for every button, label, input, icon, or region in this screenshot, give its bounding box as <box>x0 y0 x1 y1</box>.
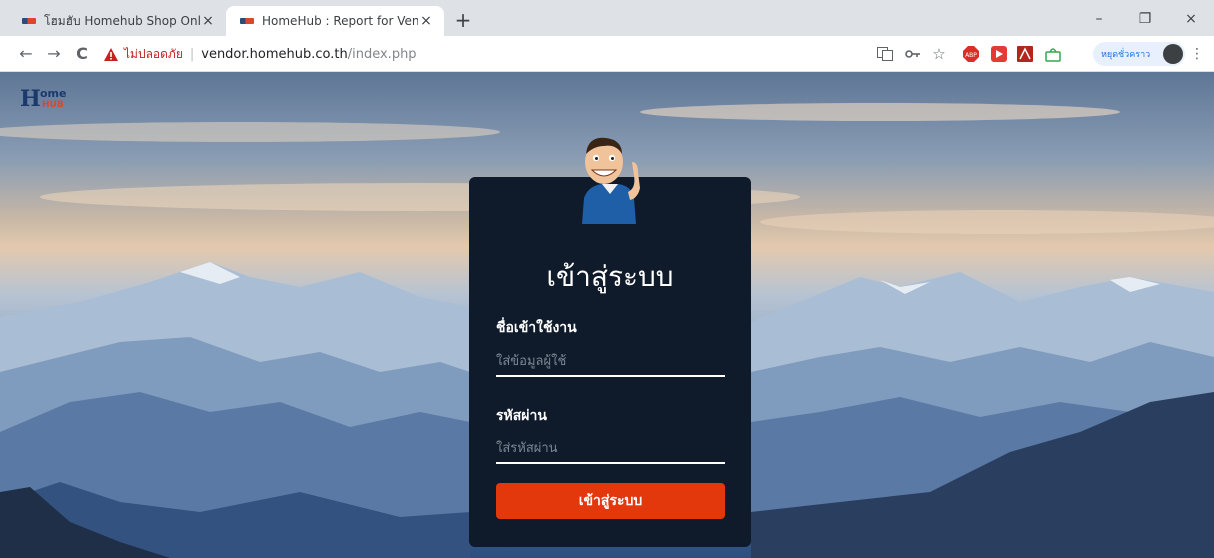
username-label: ชื่อเข้าใช้งาน <box>496 320 577 336</box>
url-host: vendor.homehub.co.th <box>201 46 348 62</box>
profile-label: หยุดชั่วคราว <box>1101 50 1151 60</box>
tab-strip: โฮมฮับ Homehub Shop Online × HomeHub : R… <box>0 0 1214 36</box>
svg-text:H: H <box>20 86 41 110</box>
url-path: /index.php <box>347 46 417 62</box>
svg-text:ABP: ABP <box>965 52 977 59</box>
tab-close-icon[interactable]: × <box>200 13 216 29</box>
svg-text:ome: ome <box>40 87 66 100</box>
password-label: รหัสผ่าน <box>496 408 547 424</box>
reload-button[interactable]: C <box>72 44 92 64</box>
tab-close-icon[interactable]: × <box>418 13 434 29</box>
minimize-button[interactable]: – <box>1076 6 1122 32</box>
browser-menu-icon[interactable]: ⋮ <box>1189 45 1205 63</box>
address-separator: | <box>189 46 195 62</box>
homehub-logo[interactable]: H ome HUB <box>20 86 74 110</box>
media-icon[interactable] <box>990 45 1008 63</box>
avatar <box>1163 44 1183 64</box>
password-input[interactable] <box>496 434 725 464</box>
acrobat-icon[interactable] <box>1016 45 1034 63</box>
profile-chip[interactable]: หยุดชั่วคราว <box>1093 42 1185 66</box>
star-icon[interactable]: ☆ <box>930 45 948 63</box>
translate-icon[interactable] <box>876 45 894 63</box>
tab-title: HomeHub : Report for Vendor <box>262 14 418 28</box>
security-status[interactable]: ไม่ปลอดภัย <box>124 45 183 64</box>
forward-button[interactable]: → <box>44 44 64 64</box>
restore-button[interactable]: ❐ <box>1122 6 1168 32</box>
homehub-favicon <box>22 18 36 24</box>
svg-text:HUB: HUB <box>42 100 64 110</box>
key-icon[interactable] <box>904 45 922 63</box>
login-card: เข้าสู่ระบบ ชื่อเข้าใช้งาน รหัสผ่าน เข้า… <box>469 177 751 547</box>
new-tab-button[interactable]: + <box>452 10 474 32</box>
username-input[interactable] <box>496 347 725 377</box>
back-button[interactable]: ← <box>16 44 36 64</box>
adblock-icon[interactable]: ABP <box>962 45 980 63</box>
login-title: เข้าสู่ระบบ <box>546 260 674 293</box>
page-background: H ome HUB เข้าสู่ระบบ ชื่อเข้าใช้งาน รหั… <box>0 72 1214 558</box>
login-button[interactable]: เข้าสู่ระบบ <box>496 483 725 519</box>
tab-homehub-shop[interactable]: โฮมฮับ Homehub Shop Online × <box>8 6 226 36</box>
browser-toolbar: ← → C ไม่ปลอดภัย | vendor.homehub.co.th /… <box>0 36 1214 72</box>
close-window-button[interactable]: × <box>1168 6 1214 32</box>
homehub-favicon <box>240 18 254 24</box>
address-bar[interactable]: ไม่ปลอดภัย | vendor.homehub.co.th/index.… <box>98 41 858 67</box>
extension-icon[interactable] <box>1044 45 1062 63</box>
warning-icon <box>104 47 118 61</box>
tab-report-vendor[interactable]: HomeHub : Report for Vendor × <box>226 6 444 36</box>
tab-title: โฮมฮับ Homehub Shop Online <box>44 13 200 28</box>
mascot-image <box>582 137 640 224</box>
